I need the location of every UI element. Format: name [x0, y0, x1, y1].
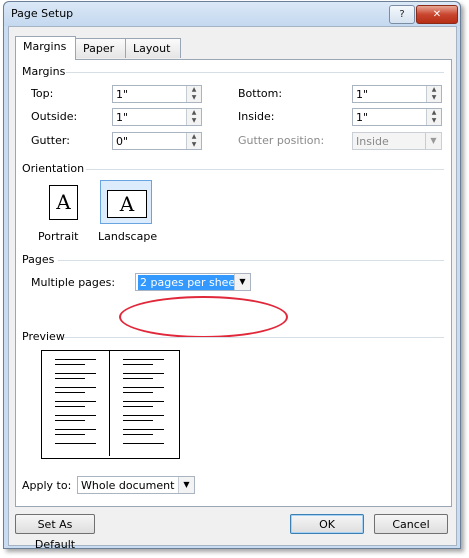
- preview-text-line: [123, 434, 153, 435]
- preview-text-line: [55, 364, 85, 365]
- preview-text-line: [123, 420, 153, 421]
- landscape-label[interactable]: Landscape: [98, 230, 157, 243]
- outside-margin-input[interactable]: 1" ▲ ▼: [112, 108, 202, 126]
- apply-to-value: Whole document: [81, 479, 175, 492]
- set-as-default-button[interactable]: Set As Default: [15, 514, 95, 551]
- preview-text-line: [55, 378, 85, 379]
- preview-text-line: [55, 420, 85, 421]
- tab-margins[interactable]: Margins: [15, 36, 76, 60]
- multiple-pages-label: Multiple pages:: [31, 276, 116, 289]
- ok-button[interactable]: OK: [290, 514, 364, 534]
- spin-up-icon[interactable]: ▲: [187, 109, 201, 117]
- gutter-input[interactable]: 0" ▲ ▼: [112, 132, 202, 150]
- outside-margin-value: 1": [116, 111, 129, 124]
- spin-up-icon[interactable]: ▲: [187, 86, 201, 94]
- preview-text-line: [55, 401, 96, 402]
- outside-margin-spinner[interactable]: ▲ ▼: [186, 109, 201, 125]
- chevron-down-icon: ▼: [425, 133, 441, 149]
- close-button[interactable]: ✕: [416, 5, 458, 24]
- top-margin-input[interactable]: 1" ▲ ▼: [112, 85, 202, 103]
- portrait-option[interactable]: A: [38, 180, 90, 224]
- spin-up-icon[interactable]: ▲: [427, 109, 441, 117]
- gutter-value: 0": [116, 135, 129, 148]
- preview-text-line: [55, 387, 96, 388]
- margins-divider: [66, 72, 444, 73]
- apply-to-label: Apply to:: [22, 479, 72, 492]
- bottom-label: Bottom:: [238, 87, 283, 100]
- bottom-margin-input[interactable]: 1" ▲ ▼: [352, 85, 442, 103]
- dialog-client-area: Margins Paper Layout Margins Top: 1" ▲ ▼ …: [8, 26, 457, 551]
- preview-divider: [64, 337, 444, 338]
- preview-text-line: [55, 415, 96, 416]
- preview-text-line: [55, 443, 96, 444]
- top-label: Top:: [31, 87, 54, 100]
- margins-tab-panel: Margins Top: 1" ▲ ▼ Bottom: 1" ▲ ▼ Outside…: [15, 59, 452, 507]
- gutter-position-label: Gutter position:: [238, 134, 325, 147]
- spin-down-icon[interactable]: ▼: [427, 94, 441, 102]
- annotation-highlight-ellipse: [119, 296, 288, 338]
- apply-to-select[interactable]: Whole document ▼: [77, 476, 195, 494]
- preview-left-page: [42, 351, 109, 456]
- multiple-pages-select[interactable]: 2 pages per sheet ▼: [135, 273, 251, 291]
- cancel-button[interactable]: Cancel: [374, 514, 448, 534]
- preview-text-line: [123, 387, 164, 388]
- spin-down-icon[interactable]: ▼: [187, 94, 201, 102]
- bottom-margin-spinner[interactable]: ▲ ▼: [426, 86, 441, 102]
- spin-down-icon[interactable]: ▼: [187, 141, 201, 149]
- multiple-pages-value: 2 pages per sheet: [138, 275, 242, 290]
- preview-group-title: Preview: [22, 330, 65, 343]
- landscape-page-icon: A: [107, 190, 147, 218]
- preview-text-line: [123, 443, 164, 444]
- tab-paper[interactable]: Paper: [75, 38, 126, 58]
- chevron-down-icon[interactable]: ▼: [178, 477, 194, 493]
- inside-label: Inside:: [238, 110, 275, 123]
- preview-text-line: [55, 406, 85, 407]
- preview-text-line: [123, 359, 164, 360]
- gutter-position-value: Inside: [356, 135, 389, 148]
- spin-up-icon[interactable]: ▲: [427, 86, 441, 94]
- preview-text-line: [123, 373, 164, 374]
- preview-text-line: [123, 415, 164, 416]
- gutter-position-select: Inside ▼: [352, 132, 442, 150]
- spin-down-icon[interactable]: ▼: [427, 117, 441, 125]
- preview-text-line: [123, 401, 164, 402]
- gutter-spinner[interactable]: ▲ ▼: [186, 133, 201, 149]
- preview-text-line: [55, 434, 85, 435]
- landscape-option[interactable]: A: [100, 180, 152, 224]
- spin-down-icon[interactable]: ▼: [187, 117, 201, 125]
- preview-text-line: [123, 364, 153, 365]
- pages-group-title: Pages: [22, 253, 55, 266]
- preview-text-line: [123, 392, 153, 393]
- outside-label: Outside:: [31, 110, 78, 123]
- window-title: Page Setup: [11, 7, 74, 20]
- title-bar: Page Setup ? ✕: [4, 2, 460, 26]
- inside-margin-input[interactable]: 1" ▲ ▼: [352, 108, 442, 126]
- gutter-label: Gutter:: [31, 134, 70, 147]
- top-margin-value: 1": [116, 88, 129, 101]
- preview-text-line: [55, 373, 96, 374]
- chevron-down-icon[interactable]: ▼: [234, 274, 250, 290]
- portrait-label[interactable]: Portrait: [38, 230, 78, 243]
- margins-group-title: Margins: [22, 65, 66, 78]
- page-setup-dialog: Page Setup ? ✕ Margins Paper Layout Marg…: [3, 1, 461, 551]
- help-button[interactable]: ?: [389, 5, 415, 24]
- inside-margin-value: 1": [356, 111, 369, 124]
- bottom-margin-value: 1": [356, 88, 369, 101]
- preview-text-line: [55, 429, 96, 430]
- pages-divider: [58, 260, 444, 261]
- portrait-page-icon: A: [49, 185, 78, 220]
- spin-up-icon[interactable]: ▲: [187, 133, 201, 141]
- top-margin-spinner[interactable]: ▲ ▼: [186, 86, 201, 102]
- tab-layout[interactable]: Layout: [125, 38, 181, 58]
- orientation-group-title: Orientation: [22, 162, 85, 175]
- preview-pages: [41, 350, 180, 459]
- inside-margin-spinner[interactable]: ▲ ▼: [426, 109, 441, 125]
- preview-text-line: [123, 378, 153, 379]
- orientation-divider: [86, 169, 444, 170]
- preview-text-line: [55, 359, 96, 360]
- preview-right-page: [110, 351, 177, 456]
- preview-text-line: [55, 392, 85, 393]
- preview-text-line: [123, 429, 164, 430]
- preview-text-line: [123, 406, 153, 407]
